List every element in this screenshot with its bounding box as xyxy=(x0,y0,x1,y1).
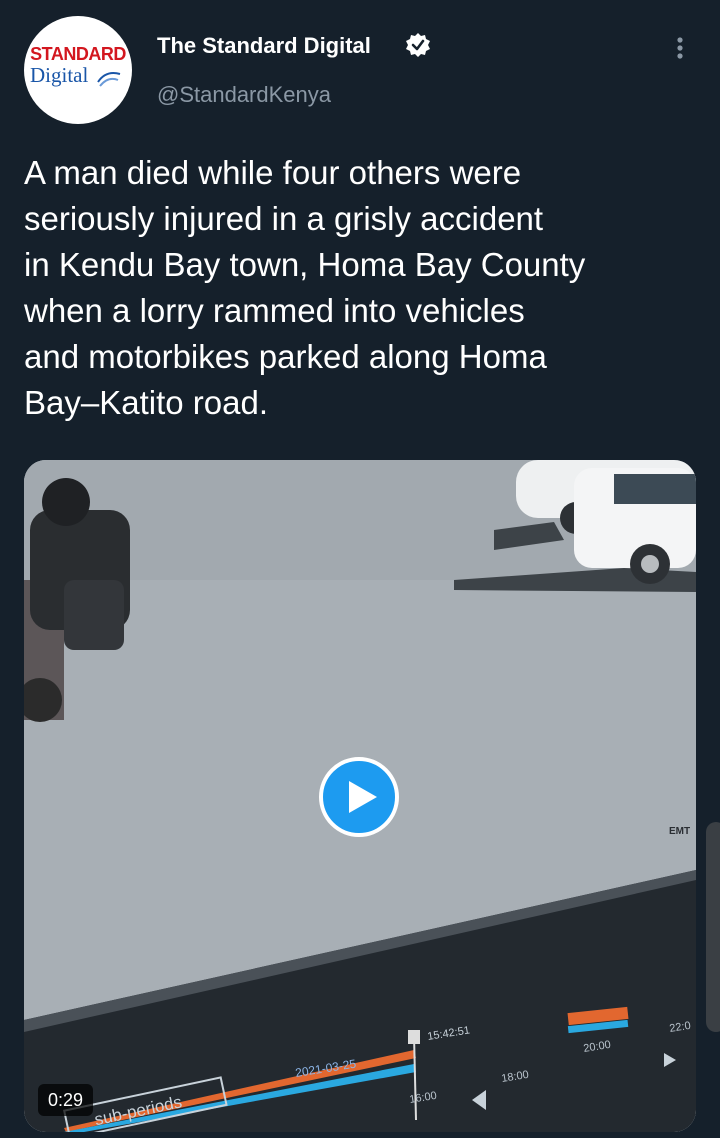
play-icon[interactable] xyxy=(318,756,400,838)
logo-standard-text: STANDARD xyxy=(30,44,126,64)
verified-badge-icon xyxy=(406,33,430,57)
more-vertical-icon[interactable] xyxy=(666,34,694,62)
tweet-text: A man died while four others were seriou… xyxy=(24,154,586,421)
logo-swirl-icon xyxy=(97,72,121,87)
account-handle[interactable]: @StandardKenya xyxy=(157,82,331,108)
logo-digital-text: Digital xyxy=(30,63,89,87)
edge-panel-handle[interactable] xyxy=(706,822,720,1032)
overlay-wall-text: EMT xyxy=(669,826,690,837)
display-name[interactable]: The Standard Digital xyxy=(157,33,371,59)
video-duration-badge: 0:29 xyxy=(38,1084,94,1116)
account-avatar[interactable]: STANDARD Digital xyxy=(24,16,132,124)
